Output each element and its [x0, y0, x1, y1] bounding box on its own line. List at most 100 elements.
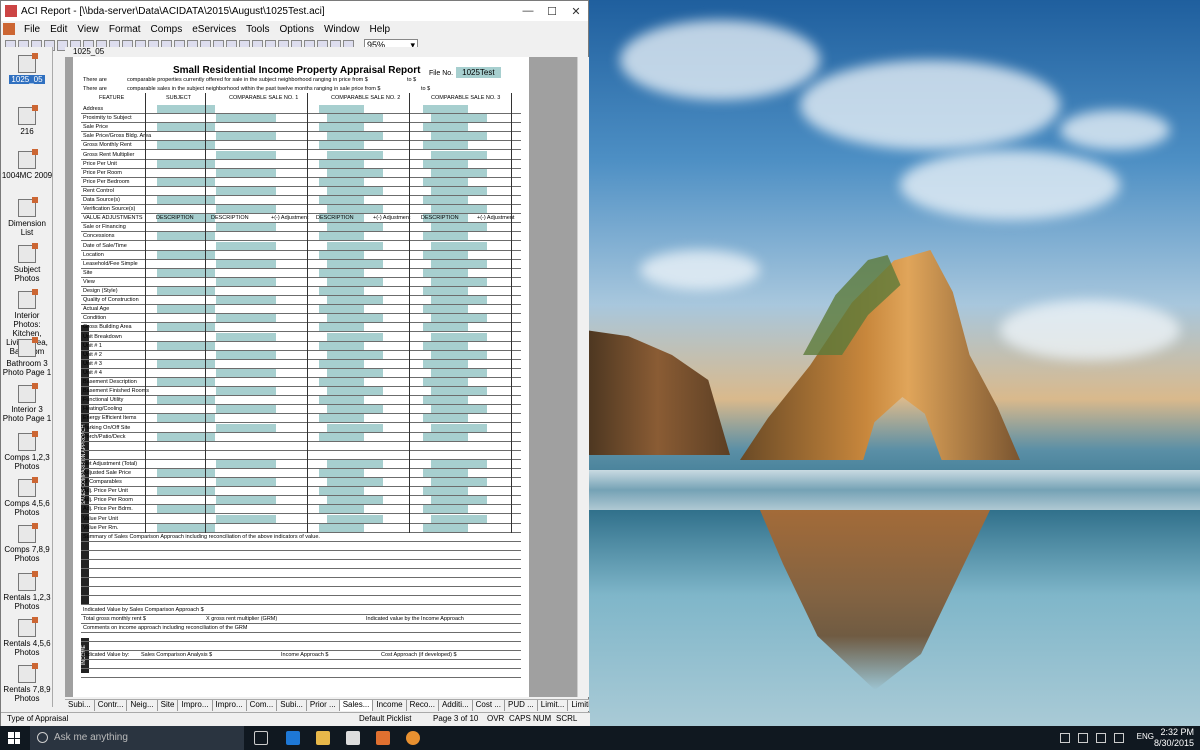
form-field[interactable]	[216, 277, 276, 286]
form-field[interactable]	[157, 378, 215, 386]
form-field[interactable]	[431, 387, 487, 396]
battery-icon[interactable]	[1114, 733, 1124, 743]
aci-settings-icon[interactable]	[406, 731, 420, 745]
form-field[interactable]	[216, 423, 276, 432]
form-field[interactable]	[157, 268, 215, 277]
section-tab[interactable]: Subi...	[65, 700, 95, 711]
form-field[interactable]	[423, 159, 468, 168]
form-field[interactable]	[423, 341, 468, 350]
form-field[interactable]	[319, 341, 364, 350]
sidebar-item-216[interactable]: 216	[1, 105, 53, 136]
form-field[interactable]	[431, 205, 487, 214]
section-tab[interactable]: Impro...	[178, 700, 213, 711]
form-field[interactable]	[327, 132, 383, 141]
form-field[interactable]	[423, 232, 468, 241]
form-field[interactable]	[327, 114, 383, 123]
form-field[interactable]	[157, 505, 215, 514]
form-field[interactable]	[431, 114, 487, 123]
form-field[interactable]	[327, 514, 383, 523]
form-field[interactable]	[216, 387, 276, 396]
form-field[interactable]	[216, 259, 276, 268]
form-field[interactable]	[157, 523, 215, 532]
form-field[interactable]	[319, 141, 364, 150]
sidebar-item-rentals-123[interactable]: Rentals 1,2,3 Photos	[1, 571, 53, 611]
form-field[interactable]	[431, 132, 487, 141]
form-field[interactable]	[319, 159, 364, 168]
menu-format[interactable]: Format	[104, 24, 146, 35]
form-field[interactable]	[216, 496, 276, 505]
form-field[interactable]	[157, 487, 215, 496]
form-field[interactable]	[423, 414, 468, 423]
form-field[interactable]	[319, 232, 364, 241]
menu-file[interactable]: File	[19, 24, 45, 35]
tray-icon[interactable]	[1060, 733, 1070, 743]
form-field[interactable]	[423, 396, 468, 405]
form-field[interactable]	[327, 423, 383, 432]
form-field[interactable]	[157, 469, 215, 477]
form-field[interactable]	[319, 177, 364, 186]
sidebar-item-rentals-456[interactable]: Rentals 4,5,6 Photos	[1, 617, 53, 657]
form-field[interactable]	[327, 168, 383, 177]
menu-help[interactable]: Help	[365, 24, 396, 35]
form-field[interactable]	[431, 496, 487, 505]
sidebar-item-comps-123[interactable]: Comps 1,2,3 Photos	[1, 431, 53, 471]
form-field[interactable]	[216, 332, 276, 341]
form-field[interactable]	[216, 205, 276, 214]
clock[interactable]: 2:32 PM 8/30/2015	[1154, 727, 1194, 749]
form-field[interactable]	[319, 250, 364, 259]
form-field[interactable]	[431, 168, 487, 177]
form-field[interactable]	[327, 387, 383, 396]
form-field[interactable]	[327, 277, 383, 286]
form-field[interactable]	[327, 223, 383, 232]
form-field[interactable]	[216, 223, 276, 232]
section-tab[interactable]: Com...	[247, 700, 278, 711]
form-field[interactable]	[157, 323, 215, 332]
minimize-button[interactable]: —	[516, 5, 540, 17]
form-field[interactable]	[327, 259, 383, 268]
form-field[interactable]	[157, 159, 215, 168]
network-icon[interactable]	[1078, 733, 1088, 743]
form-field[interactable]	[423, 123, 468, 132]
form-field[interactable]	[157, 141, 215, 150]
form-field[interactable]	[157, 359, 215, 368]
menu-eservices[interactable]: eServices	[187, 24, 241, 35]
menu-options[interactable]: Options	[274, 24, 318, 35]
form-field[interactable]	[431, 423, 487, 432]
form-field[interactable]	[327, 296, 383, 305]
form-field[interactable]	[319, 505, 364, 514]
aci-report-icon[interactable]	[376, 731, 390, 745]
section-tab[interactable]: Site	[158, 700, 179, 711]
form-field[interactable]	[431, 223, 487, 232]
form-field[interactable]	[423, 268, 468, 277]
form-field[interactable]	[423, 177, 468, 186]
form-field[interactable]	[216, 132, 276, 141]
vertical-scrollbar[interactable]	[577, 57, 589, 697]
form-field[interactable]	[216, 114, 276, 123]
sidebar-item-1025[interactable]: 1025_05	[1, 53, 53, 84]
form-field[interactable]	[431, 296, 487, 305]
form-field[interactable]	[423, 432, 468, 441]
form-field[interactable]	[157, 177, 215, 186]
form-field[interactable]	[423, 141, 468, 150]
section-tab[interactable]: PUD ...	[505, 700, 538, 711]
form-field[interactable]	[327, 496, 383, 505]
sidebar-item-subject-photos[interactable]: Subject Photos	[1, 243, 53, 283]
section-tab[interactable]: Neig...	[127, 700, 158, 711]
form-field[interactable]	[431, 259, 487, 268]
form-field[interactable]	[327, 332, 383, 341]
form-field[interactable]	[319, 359, 364, 368]
form-field[interactable]	[157, 287, 215, 295]
form-field[interactable]	[431, 332, 487, 341]
form-field[interactable]	[216, 459, 276, 468]
section-tab[interactable]: Contr...	[95, 700, 128, 711]
menu-comps[interactable]: Comps	[146, 24, 188, 35]
form-field[interactable]	[431, 314, 487, 323]
form-field[interactable]	[423, 305, 468, 314]
menu-edit[interactable]: Edit	[45, 24, 72, 35]
form-field[interactable]	[423, 505, 468, 514]
form-field[interactable]	[431, 405, 487, 414]
form-field[interactable]	[216, 514, 276, 523]
form-field[interactable]	[216, 168, 276, 177]
form-field[interactable]	[216, 314, 276, 323]
form-field[interactable]	[157, 305, 215, 314]
